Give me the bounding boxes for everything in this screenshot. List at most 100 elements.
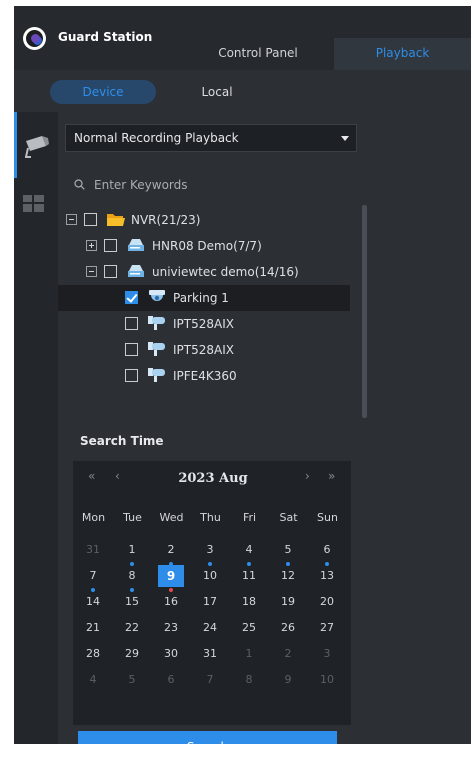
bullet-camera-icon — [148, 316, 165, 330]
calendar-day[interactable]: 6 — [314, 539, 340, 561]
weekday-label: Thu — [200, 511, 221, 524]
calendar-day[interactable]: 22 — [119, 617, 145, 639]
calendar-day[interactable]: 30 — [158, 643, 184, 665]
prev-month-button[interactable]: ‹ — [115, 469, 120, 483]
node-checkbox[interactable] — [125, 291, 138, 304]
dome-camera-icon — [149, 290, 165, 301]
playback-mode-select[interactable]: Normal Recording Playback — [65, 124, 357, 152]
search-button[interactable]: Search — [78, 731, 337, 744]
calendar-day[interactable]: 31 — [80, 539, 106, 561]
prev-year-button[interactable]: « — [88, 469, 95, 483]
calendar-day[interactable]: 8 — [236, 669, 262, 691]
subtab-local[interactable]: Local — [181, 80, 253, 104]
tab-playback[interactable]: Playback — [334, 38, 471, 70]
calendar-day[interactable]: 24 — [197, 617, 223, 639]
calendar-day[interactable]: 1 — [236, 643, 262, 665]
grid-view-icon[interactable] — [23, 195, 44, 212]
tree-node-ipt528aix-1[interactable]: IPT528AIX — [58, 311, 350, 337]
logo-icon — [23, 27, 46, 50]
date-picker: « ‹ 2023 Aug › » Mon Tue Wed Thu Fri Sat… — [73, 461, 351, 725]
tree-scrollbar[interactable] — [362, 205, 367, 418]
node-checkbox[interactable] — [84, 213, 97, 226]
calendar-day[interactable]: 28 — [80, 643, 106, 665]
collapse-toggle[interactable] — [86, 266, 97, 277]
calendar-day[interactable]: 12 — [275, 565, 301, 587]
tree-node-ipfe4k360[interactable]: IPFE4K360 — [58, 363, 350, 389]
calendar-day[interactable]: 27 — [314, 617, 340, 639]
tree-node-label: IPFE4K360 — [173, 369, 237, 383]
recording-marker-dot — [325, 562, 329, 566]
tree-node-label: univiewtec demo(14/16) — [152, 265, 299, 279]
weekday-label: Mon — [81, 511, 106, 524]
calendar-day[interactable]: 23 — [158, 617, 184, 639]
playback-mode-value: Normal Recording Playback — [74, 131, 239, 145]
calendar-day[interactable]: 10 — [314, 669, 340, 691]
calendar-day[interactable]: 29 — [119, 643, 145, 665]
calendar-day[interactable]: 3 — [197, 539, 223, 561]
folder-icon — [107, 214, 125, 226]
tree-node-label: IPT528AIX — [173, 343, 234, 357]
calendar-day[interactable]: 2 — [275, 643, 301, 665]
calendar-day[interactable]: 4 — [80, 669, 106, 691]
calendar-day[interactable]: 4 — [236, 539, 262, 561]
calendar-day[interactable]: 25 — [236, 617, 262, 639]
recording-marker-dot — [169, 562, 173, 566]
camera-icon[interactable] — [22, 132, 52, 158]
calendar-day[interactable]: 1 — [119, 539, 145, 561]
keyword-input[interactable] — [94, 174, 344, 196]
calendar-day[interactable]: 18 — [236, 591, 262, 613]
calendar-day[interactable]: 19 — [275, 591, 301, 613]
tree-node-parking-1[interactable]: Parking 1 — [58, 285, 350, 311]
recording-marker-dot — [286, 562, 290, 566]
calendar-day[interactable]: 9 — [158, 565, 184, 587]
keyword-search — [58, 170, 358, 200]
node-checkbox[interactable] — [104, 265, 117, 278]
tree-node-nvr[interactable]: NVR(21/23) — [58, 207, 350, 233]
calendar-day[interactable]: 26 — [275, 617, 301, 639]
recording-marker-dot — [169, 588, 173, 592]
next-month-button[interactable]: › — [305, 469, 310, 483]
calendar-day[interactable]: 5 — [119, 669, 145, 691]
calendar-day[interactable]: 17 — [197, 591, 223, 613]
calendar-day[interactable]: 31 — [197, 643, 223, 665]
calendar-day[interactable]: 14 — [80, 591, 106, 613]
calendar-day[interactable]: 13 — [314, 565, 340, 587]
node-checkbox[interactable] — [125, 317, 138, 330]
calendar-day[interactable]: 10 — [197, 565, 223, 587]
calendar-day[interactable]: 7 — [80, 565, 106, 587]
calendar-day[interactable]: 7 — [197, 669, 223, 691]
subtab-device[interactable]: Device — [50, 80, 156, 104]
calendar-day[interactable]: 21 — [80, 617, 106, 639]
node-checkbox[interactable] — [125, 369, 138, 382]
tree-node-univiewtec[interactable]: univiewtec demo(14/16) — [58, 259, 350, 285]
tree-node-ipt528aix-2[interactable]: IPT528AIX — [58, 337, 350, 363]
rail-active-indicator — [14, 112, 17, 178]
calendar-day[interactable]: 3 — [314, 643, 340, 665]
calendar-day[interactable]: 5 — [275, 539, 301, 561]
calendar-day[interactable]: 2 — [158, 539, 184, 561]
node-checkbox[interactable] — [104, 239, 117, 252]
node-checkbox[interactable] — [125, 343, 138, 356]
expand-toggle[interactable] — [86, 240, 97, 251]
tree-node-label: NVR(21/23) — [131, 213, 201, 227]
calendar-day[interactable]: 11 — [236, 565, 262, 587]
nvr-device-icon — [128, 265, 144, 277]
calendar-day[interactable]: 20 — [314, 591, 340, 613]
collapse-toggle[interactable] — [66, 214, 77, 225]
search-icon — [74, 179, 85, 190]
calendar-day[interactable]: 9 — [275, 669, 301, 691]
next-year-button[interactable]: » — [328, 469, 335, 483]
calendar-day[interactable]: 6 — [158, 669, 184, 691]
tree-node-hnr08[interactable]: HNR08 Demo(7/7) — [58, 233, 350, 259]
bullet-camera-icon — [148, 368, 165, 382]
weekday-label: Wed — [159, 511, 184, 524]
tree-node-label: Parking 1 — [173, 291, 229, 305]
recording-marker-dot — [208, 562, 212, 566]
weekday-label: Sun — [317, 511, 338, 524]
calendar-month-title: 2023 Aug — [178, 471, 248, 486]
calendar-day[interactable]: 16 — [158, 591, 184, 613]
device-panel: Normal Recording Playback NVR(21/23) — [58, 112, 471, 744]
calendar-day[interactable]: 8 — [119, 565, 145, 587]
calendar-day[interactable]: 15 — [119, 591, 145, 613]
tab-control-panel[interactable]: Control Panel — [184, 38, 332, 70]
